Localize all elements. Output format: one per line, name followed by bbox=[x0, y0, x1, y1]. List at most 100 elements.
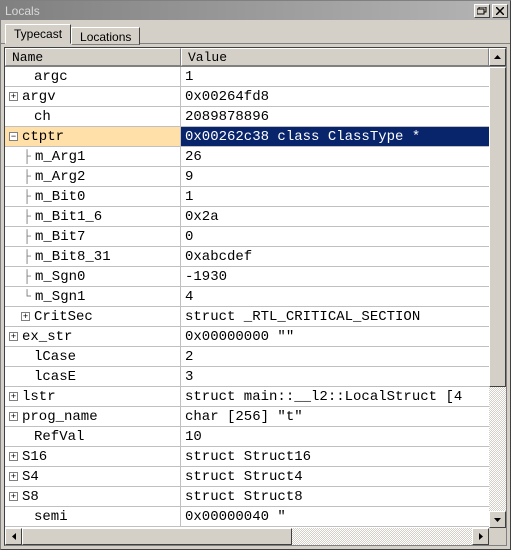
value-cell[interactable]: 0xabcdef bbox=[181, 247, 489, 267]
scroll-down-button[interactable] bbox=[489, 511, 506, 528]
collapse-icon[interactable]: − bbox=[9, 132, 18, 141]
name-cell[interactable]: +CritSec bbox=[5, 307, 181, 327]
table-row[interactable]: +lstrstruct main::__l2::LocalStruct [4 bbox=[5, 387, 489, 407]
column-header-value[interactable]: Value bbox=[181, 48, 489, 66]
expand-icon[interactable]: + bbox=[21, 312, 30, 321]
hscroll-thumb[interactable] bbox=[22, 528, 292, 545]
table-row[interactable]: +S4struct Struct4 bbox=[5, 467, 489, 487]
expand-icon[interactable]: + bbox=[9, 452, 18, 461]
expand-icon[interactable]: + bbox=[9, 472, 18, 481]
table-row[interactable]: ├m_Bit8_310xabcdef bbox=[5, 247, 489, 267]
table-row[interactable]: ├m_Bit1_60x2a bbox=[5, 207, 489, 227]
value-cell[interactable]: 1 bbox=[181, 187, 489, 207]
name-cell[interactable]: lcasE bbox=[5, 367, 181, 387]
table-row[interactable]: └m_Sgn14 bbox=[5, 287, 489, 307]
name-cell[interactable]: +S4 bbox=[5, 467, 181, 487]
horizontal-scrollbar[interactable] bbox=[5, 528, 489, 545]
name-cell[interactable]: +S16 bbox=[5, 447, 181, 467]
name-cell[interactable]: ch bbox=[5, 107, 181, 127]
name-cell[interactable]: + prog_name bbox=[5, 407, 181, 427]
value-cell[interactable]: 1 bbox=[181, 67, 489, 87]
value-cell[interactable]: 0 bbox=[181, 227, 489, 247]
value-cell[interactable]: 0x00000000 "" bbox=[181, 327, 489, 347]
table-row[interactable]: lCase2 bbox=[5, 347, 489, 367]
name-cell[interactable]: ├m_Bit7 bbox=[5, 227, 181, 247]
name-cell[interactable]: lCase bbox=[5, 347, 181, 367]
name-cell[interactable]: RefVal bbox=[5, 427, 181, 447]
value-cell[interactable]: struct main::__l2::LocalStruct [4 bbox=[181, 387, 489, 407]
table-row[interactable]: ├m_Bit01 bbox=[5, 187, 489, 207]
scroll-up-button[interactable] bbox=[489, 48, 506, 66]
tree-branch-icon: ├ bbox=[21, 227, 33, 247]
value-cell[interactable]: 9 bbox=[181, 167, 489, 187]
name-cell[interactable]: +lstr bbox=[5, 387, 181, 407]
value-cell[interactable]: -1930 bbox=[181, 267, 489, 287]
table-row[interactable]: argc1 bbox=[5, 67, 489, 87]
restore-button[interactable] bbox=[474, 4, 490, 18]
table-row[interactable]: +S8struct Struct8 bbox=[5, 487, 489, 507]
name-cell[interactable]: └m_Sgn1 bbox=[5, 287, 181, 307]
name-cell[interactable]: ├m_Bit0 bbox=[5, 187, 181, 207]
tab-typecast[interactable]: Typecast bbox=[5, 24, 71, 44]
expand-icon[interactable]: + bbox=[9, 412, 18, 421]
table-row[interactable]: +ex_str0x00000000 "" bbox=[5, 327, 489, 347]
value-cell[interactable]: 2089878896 bbox=[181, 107, 489, 127]
table-row[interactable]: semi0x00000040 " bbox=[5, 507, 489, 527]
chevron-down-icon bbox=[494, 518, 501, 522]
value-cell[interactable]: struct _RTL_CRITICAL_SECTION bbox=[181, 307, 489, 327]
name-cell[interactable]: ├m_Sgn0 bbox=[5, 267, 181, 287]
scroll-right-button[interactable] bbox=[472, 528, 489, 545]
name-cell[interactable]: +S8 bbox=[5, 487, 181, 507]
hscroll-track[interactable] bbox=[22, 528, 472, 545]
name-cell[interactable]: ├m_Bit8_31 bbox=[5, 247, 181, 267]
name-cell[interactable]: ├m_Arg1 bbox=[5, 147, 181, 167]
variable-name: ctptr bbox=[22, 127, 64, 147]
table-row[interactable]: lcasE3 bbox=[5, 367, 489, 387]
table-row[interactable]: + prog_name char [256] "t" bbox=[5, 407, 489, 427]
tab-locations[interactable]: Locations bbox=[71, 27, 140, 45]
value-cell[interactable]: 10 bbox=[181, 427, 489, 447]
table-row[interactable]: ├m_Arg29 bbox=[5, 167, 489, 187]
name-cell[interactable]: +argv bbox=[5, 87, 181, 107]
value-cell[interactable]: 4 bbox=[181, 287, 489, 307]
table-row[interactable]: ├m_Arg126 bbox=[5, 147, 489, 167]
table-row[interactable]: ├m_Bit70 bbox=[5, 227, 489, 247]
value-cell[interactable]: 2 bbox=[181, 347, 489, 367]
scroll-left-button[interactable] bbox=[5, 528, 22, 545]
table-row[interactable]: +CritSecstruct _RTL_CRITICAL_SECTION bbox=[5, 307, 489, 327]
name-cell[interactable]: ├m_Arg2 bbox=[5, 167, 181, 187]
value-cell[interactable]: 0x00000040 " bbox=[181, 507, 489, 527]
table-row[interactable]: +argv0x00264fd8 bbox=[5, 87, 489, 107]
value-cell[interactable]: struct Struct4 bbox=[181, 467, 489, 487]
column-header-name[interactable]: Name bbox=[5, 48, 181, 66]
value-cell[interactable]: 0x2a bbox=[181, 207, 489, 227]
close-button[interactable] bbox=[492, 4, 508, 18]
table-row[interactable]: ch2089878896 bbox=[5, 107, 489, 127]
name-cell[interactable]: argc bbox=[5, 67, 181, 87]
vscroll-thumb[interactable] bbox=[489, 67, 506, 387]
expand-icon[interactable]: + bbox=[9, 492, 18, 501]
expand-icon[interactable]: + bbox=[9, 392, 18, 401]
name-cell[interactable]: ├m_Bit1_6 bbox=[5, 207, 181, 227]
value-cell[interactable]: char [256] "t" bbox=[181, 407, 489, 427]
table-row[interactable]: +S16struct Struct16 bbox=[5, 447, 489, 467]
value-cell[interactable]: 26 bbox=[181, 147, 489, 167]
vertical-scrollbar[interactable] bbox=[489, 67, 506, 528]
name-cell[interactable]: −ctptr bbox=[5, 127, 181, 147]
variable-name: prog_name bbox=[22, 407, 98, 427]
name-cell[interactable]: +ex_str bbox=[5, 327, 181, 347]
value-cell[interactable]: struct Struct16 bbox=[181, 447, 489, 467]
table-row[interactable]: RefVal10 bbox=[5, 427, 489, 447]
table-row[interactable]: ├m_Sgn0-1930 bbox=[5, 267, 489, 287]
expand-icon[interactable]: + bbox=[9, 92, 18, 101]
name-cell[interactable]: semi bbox=[5, 507, 181, 527]
value-cell[interactable]: 3 bbox=[181, 367, 489, 387]
value-cell[interactable]: 0x00262c38 class ClassType * bbox=[181, 127, 489, 147]
variable-value: 3 bbox=[185, 367, 193, 387]
value-cell[interactable]: struct Struct8 bbox=[181, 487, 489, 507]
value-cell[interactable]: 0x00264fd8 bbox=[181, 87, 489, 107]
expand-icon[interactable]: + bbox=[9, 332, 18, 341]
table-row[interactable]: −ctptr0x00262c38 class ClassType * bbox=[5, 127, 489, 147]
vscroll-track[interactable] bbox=[489, 67, 506, 511]
tree-branch-icon: ├ bbox=[21, 207, 33, 227]
